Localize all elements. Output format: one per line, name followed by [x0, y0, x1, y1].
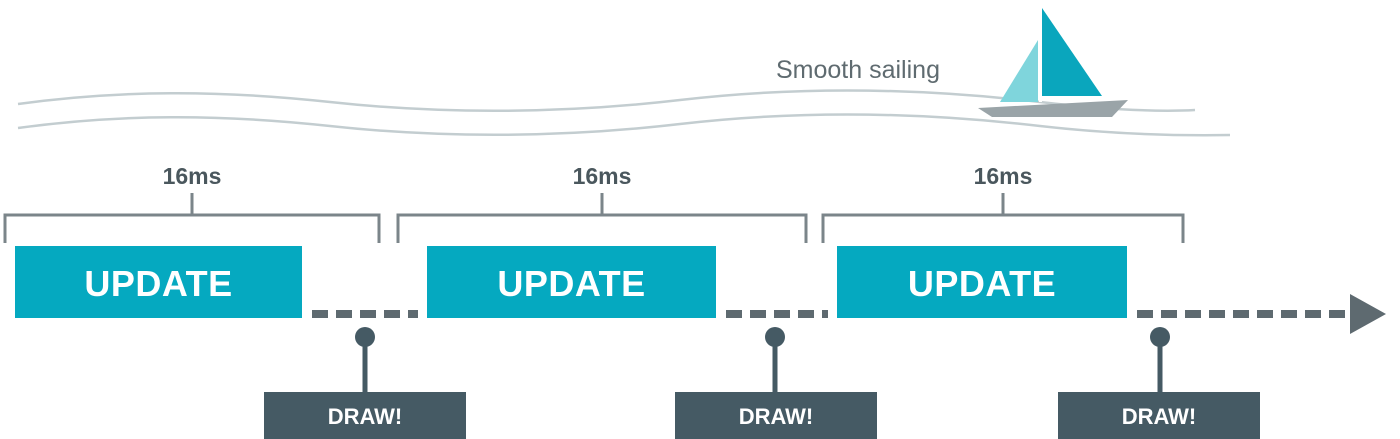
sailboat-icon — [978, 8, 1128, 117]
frame-duration-label: 16ms — [163, 163, 222, 189]
caption-text: Smooth sailing — [776, 56, 940, 84]
frame-bracket — [821, 193, 1185, 243]
update-label: UPDATE — [497, 263, 645, 304]
draw-label: DRAW! — [328, 404, 403, 429]
draw-pin-head — [1150, 327, 1170, 347]
sailboat-mast — [1039, 8, 1042, 102]
wave-line-bottom — [17, 113, 1231, 137]
frames-group: 16ms UPDATE DRAW! 16ms UPDATE DRAW! 16ms UPDATE… — [3, 163, 1345, 439]
frame-3: 16ms UPDATE DRAW! — [821, 163, 1345, 439]
sailboat-front-sail — [1000, 40, 1038, 102]
update-label: UPDATE — [908, 263, 1056, 304]
frame-2: 16ms UPDATE DRAW! — [396, 163, 877, 439]
frame-1: 16ms UPDATE DRAW! — [3, 163, 466, 439]
frame-duration-label: 16ms — [974, 163, 1033, 189]
draw-pin-head — [765, 327, 785, 347]
timeline-arrow-icon — [1350, 294, 1386, 334]
draw-label: DRAW! — [1122, 404, 1197, 429]
frame-bracket — [396, 193, 808, 243]
draw-pin-head — [355, 327, 375, 347]
update-label: UPDATE — [84, 263, 232, 304]
frame-duration-label: 16ms — [573, 163, 632, 189]
frame-timing-diagram: Smooth sailing 16ms UPDATE DRAW! 16ms UPDATE… — [3, 8, 1386, 439]
draw-label: DRAW! — [739, 404, 814, 429]
sailboat-main-sail — [1042, 8, 1102, 96]
frame-bracket — [3, 193, 381, 243]
